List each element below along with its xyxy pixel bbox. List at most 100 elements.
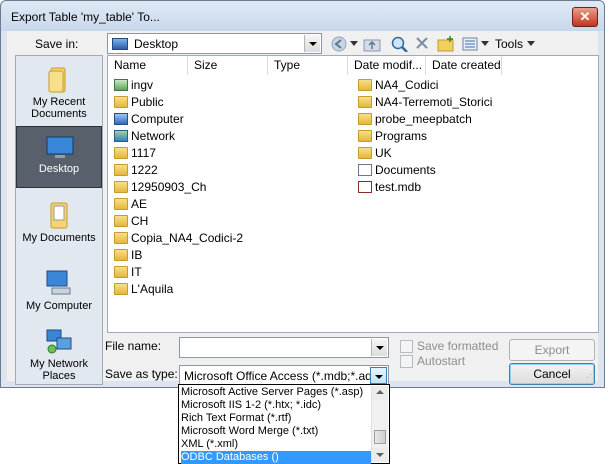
autostart-checkbox[interactable] bbox=[400, 355, 413, 368]
title-bar[interactable]: Export Table 'my_table' To... ✕ bbox=[1, 1, 604, 31]
search-web-icon[interactable] bbox=[391, 36, 408, 52]
list-item-label: Network bbox=[131, 129, 176, 143]
column-header-name[interactable]: Name bbox=[108, 56, 188, 75]
tools-menu-button[interactable]: Tools bbox=[495, 37, 523, 51]
save-as-type-value: Microsoft Office Access (*.mdb;*.adp;* bbox=[184, 369, 370, 383]
folder-icon bbox=[358, 96, 372, 108]
back-icon[interactable] bbox=[331, 36, 347, 52]
autostart-label: Autostart bbox=[417, 354, 466, 368]
file-name-input[interactable] bbox=[179, 337, 389, 358]
cancel-button[interactable]: Cancel bbox=[509, 363, 595, 385]
list-item[interactable]: Programs bbox=[358, 128, 427, 145]
places-bar: My Recent Documents Desktop My Documents bbox=[15, 55, 103, 385]
save-formatted-checkbox[interactable] bbox=[400, 340, 413, 353]
folder-icon bbox=[114, 283, 128, 295]
folder-icon bbox=[114, 181, 128, 193]
chevron-down-icon[interactable] bbox=[371, 339, 387, 356]
column-header-type[interactable]: Type bbox=[268, 56, 348, 75]
export-button[interactable]: Export bbox=[509, 339, 595, 361]
chevron-down-icon[interactable] bbox=[370, 367, 387, 384]
save-as-type-combo[interactable]: Microsoft Office Access (*.mdb;*.adp;* bbox=[179, 365, 389, 386]
recent-documents-icon bbox=[48, 67, 66, 93]
list-item-label: Documents bbox=[375, 163, 436, 177]
folder-icon bbox=[114, 147, 128, 159]
folder-icon bbox=[114, 266, 128, 278]
folder-icon bbox=[114, 249, 128, 261]
column-header-date-modified[interactable]: Date modif... bbox=[348, 56, 426, 75]
delete-icon[interactable] bbox=[415, 36, 429, 52]
folder-icon bbox=[114, 198, 128, 210]
my-computer-icon bbox=[46, 270, 71, 295]
list-item-label: ingv bbox=[131, 78, 154, 92]
column-header-size[interactable]: Size bbox=[188, 56, 268, 75]
folder-icon bbox=[358, 130, 372, 142]
list-item[interactable]: CH bbox=[114, 213, 148, 230]
views-icon[interactable] bbox=[462, 36, 478, 52]
scrollbar-thumb[interactable] bbox=[374, 430, 386, 444]
dropdown-option[interactable]: Rich Text Format (*.rtf) bbox=[181, 412, 291, 425]
list-item[interactable]: Public bbox=[114, 94, 164, 111]
folder-icon bbox=[114, 164, 128, 176]
list-item[interactable]: 1117 bbox=[114, 145, 156, 162]
list-item[interactable]: L'Aquila bbox=[114, 281, 173, 298]
resize-grip-icon[interactable]: ⋰ bbox=[586, 369, 596, 379]
list-item-label: AE bbox=[131, 197, 148, 211]
save-as-type-dropdown-list[interactable]: Microsoft Active Server Pages (*.asp) Mic… bbox=[178, 384, 390, 464]
list-item[interactable]: probe_meepbatch bbox=[358, 111, 472, 128]
dropdown-option[interactable]: Microsoft Word Merge (*.txt) bbox=[181, 425, 318, 438]
list-item-label: 12950903_Ch bbox=[131, 180, 207, 194]
list-item[interactable]: Computer bbox=[114, 111, 184, 128]
close-button[interactable]: ✕ bbox=[572, 7, 598, 27]
list-item-label: 1222 bbox=[131, 163, 158, 177]
file-list[interactable]: Name Size Type Date modif... Date create… bbox=[107, 55, 599, 333]
column-header-date-created[interactable]: Date created bbox=[426, 56, 502, 75]
place-my-recent-documents[interactable]: My Recent Documents bbox=[16, 60, 102, 122]
folder-icon bbox=[114, 215, 128, 227]
list-item[interactable]: NA4_Codici bbox=[358, 77, 438, 94]
save-in-value: Desktop bbox=[134, 37, 179, 51]
place-desktop[interactable]: Desktop bbox=[16, 126, 102, 188]
dropdown-option[interactable]: ODBC Databases () bbox=[181, 451, 371, 464]
list-item-label: 1117 bbox=[131, 146, 156, 160]
list-item[interactable]: IB bbox=[114, 247, 142, 264]
list-item[interactable]: Copia_NA4_Codici-2 bbox=[114, 230, 243, 247]
list-item[interactable]: Network bbox=[114, 128, 175, 145]
list-item[interactable]: 12950903_Ch bbox=[114, 179, 206, 196]
list-item[interactable]: test.mdb bbox=[358, 179, 421, 196]
list-item[interactable]: ingv bbox=[114, 77, 153, 94]
dialog-title: Export Table 'my_table' To... bbox=[11, 10, 160, 24]
list-item[interactable]: 1222 bbox=[114, 162, 158, 179]
list-item[interactable]: AE bbox=[114, 196, 147, 213]
place-label: My Recent Documents bbox=[31, 96, 87, 120]
scroll-up-icon[interactable] bbox=[372, 386, 388, 400]
place-my-documents[interactable]: My Documents bbox=[16, 196, 102, 258]
save-in-combo[interactable]: Desktop bbox=[107, 33, 322, 54]
pc-icon bbox=[114, 113, 128, 125]
place-label: My Computer bbox=[25, 300, 93, 312]
folder-icon bbox=[114, 232, 128, 244]
place-label: Desktop bbox=[38, 163, 80, 175]
desktop-icon bbox=[112, 38, 128, 50]
list-item[interactable]: IT bbox=[114, 264, 142, 281]
dropdown-option[interactable]: Microsoft Active Server Pages (*.asp) bbox=[181, 386, 363, 399]
up-folder-icon[interactable] bbox=[363, 36, 381, 52]
list-item[interactable]: UK bbox=[358, 145, 392, 162]
place-my-computer[interactable]: My Computer bbox=[16, 264, 102, 326]
chevron-down-icon[interactable] bbox=[304, 35, 320, 52]
green-icon bbox=[114, 79, 128, 91]
dropdown-scrollbar[interactable] bbox=[371, 386, 388, 462]
list-item[interactable]: NA4-Terremoti_Storici bbox=[358, 94, 492, 111]
my-documents-icon bbox=[50, 202, 68, 229]
list-item-label: CH bbox=[131, 214, 149, 228]
folder-icon bbox=[358, 79, 372, 91]
dropdown-option[interactable]: Microsoft IIS 1-2 (*.htx; *.idc) bbox=[181, 399, 321, 412]
place-my-network-places[interactable]: My Network Places bbox=[16, 322, 102, 384]
scroll-down-icon[interactable] bbox=[372, 448, 388, 462]
list-item-label: L'Aquila bbox=[131, 282, 174, 296]
list-item[interactable]: Documents bbox=[358, 162, 436, 179]
new-folder-icon[interactable] bbox=[437, 36, 455, 52]
export-dialog: Export Table 'my_table' To... ✕ Save in:… bbox=[0, 0, 605, 388]
list-item-label: NA4-Terremoti_Storici bbox=[375, 95, 493, 109]
dropdown-option[interactable]: XML (*.xml) bbox=[181, 438, 238, 451]
list-item-label: IT bbox=[131, 265, 142, 279]
